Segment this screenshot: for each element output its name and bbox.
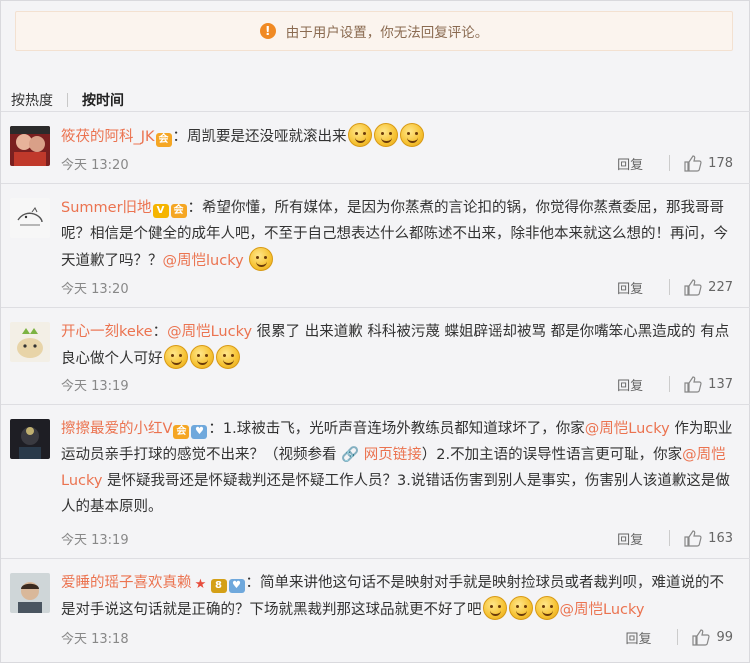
comment-body: ：1.球被击飞，光听声音连场外教练员都知道球坏了，你家 (208, 421, 585, 437)
comments-panel: ! 由于用户设置，你无法回复评论。 按热度 按时间 筱茯的阿科_JK 会：周凯要是… (0, 0, 750, 663)
comment-time: 今天 13:19 (61, 532, 129, 548)
like-button[interactable]: 99 (692, 628, 733, 646)
medal-badge-icon: 8 (210, 579, 227, 593)
action-divider (669, 155, 671, 171)
like-count: 99 (716, 629, 733, 645)
avatar[interactable] (10, 573, 50, 613)
thumbs-up-icon (684, 375, 702, 393)
reply-button[interactable]: 回复 (625, 628, 651, 647)
fan-badge-icon: ♥ (228, 579, 245, 593)
mention-link[interactable]: @周恺Lucky (167, 324, 252, 340)
username-link[interactable]: 开心一刻keke (61, 324, 153, 340)
like-button[interactable]: 137 (684, 375, 733, 393)
like-count: 227 (708, 279, 733, 295)
action-divider (677, 629, 679, 645)
smile-emoji-icon (399, 123, 424, 147)
comment-time: 今天 13:20 (61, 157, 129, 173)
avatar[interactable] (10, 126, 50, 166)
member-badge-icon: 会 (170, 204, 187, 218)
username-link[interactable]: 爱睡的瑶子喜欢真赖 (61, 575, 192, 591)
comment-meta: 今天 13:20 回复 178 (61, 153, 733, 173)
smile-emoji-icon (163, 345, 188, 369)
reply-button[interactable]: 回复 (617, 154, 643, 173)
mention-link[interactable]: @周恺Lucky (585, 421, 670, 437)
comment-item: 擦擦最爱的小红V 会 ♥ ：1.球被击飞，光听声音连场外教练员都知道球坏了，你家@周恺… (1, 404, 750, 558)
comment-colon: ： (152, 324, 168, 340)
web-link-label: 网页链接 (363, 447, 422, 463)
smile-emoji-icon (347, 123, 372, 147)
like-button[interactable]: 227 (684, 278, 733, 296)
reply-disabled-notice: ! 由于用户设置，你无法回复评论。 (15, 11, 733, 51)
mention-link[interactable]: @周恺lucky (163, 253, 244, 269)
like-button[interactable]: 163 (684, 529, 733, 547)
smile-emoji-icon (373, 123, 398, 147)
comment-meta: 今天 13:19 回复 163 (61, 528, 733, 548)
thumbs-up-icon (684, 154, 702, 172)
comment-body: ）2.不加主语的误导性语言更可耻，你家 (421, 447, 683, 463)
action-divider (669, 376, 671, 392)
comment-text: 开心一刻keke：@周恺Lucky 很累了 出来道歉 科科被污蔑 蝶姐辟谣却被骂… (61, 319, 733, 372)
username-link[interactable]: 筱茯的阿科_JK (61, 129, 155, 145)
smile-emoji-icon (189, 345, 214, 369)
comment-item: 筱茯的阿科_JK 会：周凯要是还没哑就滚出来 今天 13:20 回复 178 (1, 111, 750, 183)
verified-v-icon: V (152, 204, 169, 218)
reply-button[interactable]: 回复 (617, 529, 643, 548)
star-badge-icon: ★ (194, 577, 207, 592)
smile-emoji-icon (482, 596, 507, 620)
reply-button[interactable]: 回复 (617, 375, 643, 394)
web-link[interactable]: 🔗 网页链接 (341, 447, 422, 463)
comment-list: 筱茯的阿科_JK 会：周凯要是还没哑就滚出来 今天 13:20 回复 178 S… (1, 111, 750, 663)
username-link[interactable]: 擦擦最爱的小红V (61, 421, 172, 437)
avatar[interactable] (10, 198, 50, 238)
action-divider (669, 530, 671, 546)
sort-by-time-tab[interactable]: 按时间 (82, 90, 124, 110)
like-count: 137 (708, 376, 733, 392)
link-icon: 🔗 (341, 447, 364, 463)
action-divider (669, 279, 671, 295)
avatar[interactable] (10, 419, 50, 459)
sort-by-hot-tab[interactable]: 按热度 (11, 90, 53, 110)
reply-button[interactable]: 回复 (617, 278, 643, 297)
comment-body: ：周凯要是还没哑就滚出来 (172, 129, 347, 145)
avatar[interactable] (10, 322, 50, 362)
comment-meta: 今天 13:20 回复 227 (61, 277, 733, 297)
comment-text: 筱茯的阿科_JK 会：周凯要是还没哑就滚出来 (61, 123, 733, 150)
comment-body: 是怀疑我哥还是怀疑裁判还是怀疑工作人员？3.说错话伤害到别人是事实，伤害别人该道… (61, 473, 730, 515)
sort-divider (67, 93, 68, 107)
member-badge-icon: 会 (155, 133, 172, 147)
notice-text: 由于用户设置，你无法回复评论。 (285, 25, 489, 41)
like-count: 163 (708, 530, 733, 546)
username-link[interactable]: Summer旧地 (61, 200, 152, 216)
comment-meta: 今天 13:18 回复 99 (61, 627, 733, 647)
smile-emoji-icon (215, 345, 240, 369)
like-button[interactable]: 178 (684, 154, 733, 172)
comment-text: Summer旧地 V 会：希望你懂，所有媒体，是因为你蒸煮的言论扣的锅，你觉得你蒸煮… (61, 195, 733, 274)
comment-time: 今天 13:18 (61, 631, 129, 647)
comment-text: 爱睡的瑶子喜欢真赖 ★ 8 ♥ ：简单来讲他这句话不是映射对手就是映射捡球员或者裁判呗，… (61, 570, 733, 623)
smile-emoji-icon (508, 596, 533, 620)
smile-emoji-icon (534, 596, 559, 620)
mention-link[interactable]: @周恺Lucky (560, 602, 645, 618)
like-count: 178 (708, 155, 733, 171)
sort-bar: 按热度 按时间 (11, 89, 124, 111)
comment-item: Summer旧地 V 会：希望你懂，所有媒体，是因为你蒸煮的言论扣的锅，你觉得你蒸煮… (1, 183, 750, 307)
comment-item: 爱睡的瑶子喜欢真赖 ★ 8 ♥ ：简单来讲他这句话不是映射对手就是映射捡球员或者裁判呗，… (1, 558, 750, 663)
comment-text: 擦擦最爱的小红V 会 ♥ ：1.球被击飞，光听声音连场外教练员都知道球坏了，你家@周恺… (61, 416, 733, 520)
thumbs-up-icon (684, 278, 702, 296)
member-badge-icon: 会 (173, 425, 190, 439)
comment-item: 开心一刻keke：@周恺Lucky 很累了 出来道歉 科科被污蔑 蝶姐辟谣却被骂… (1, 307, 750, 404)
smile-emoji-icon (249, 247, 274, 271)
fan-badge-icon: ♥ (191, 425, 208, 439)
comment-meta: 今天 13:19 回复 137 (61, 374, 733, 394)
comment-time: 今天 13:20 (61, 281, 129, 297)
thumbs-up-icon (684, 529, 702, 547)
comment-time: 今天 13:19 (61, 378, 129, 394)
thumbs-up-icon (692, 628, 711, 646)
warning-icon: ! (259, 23, 276, 39)
